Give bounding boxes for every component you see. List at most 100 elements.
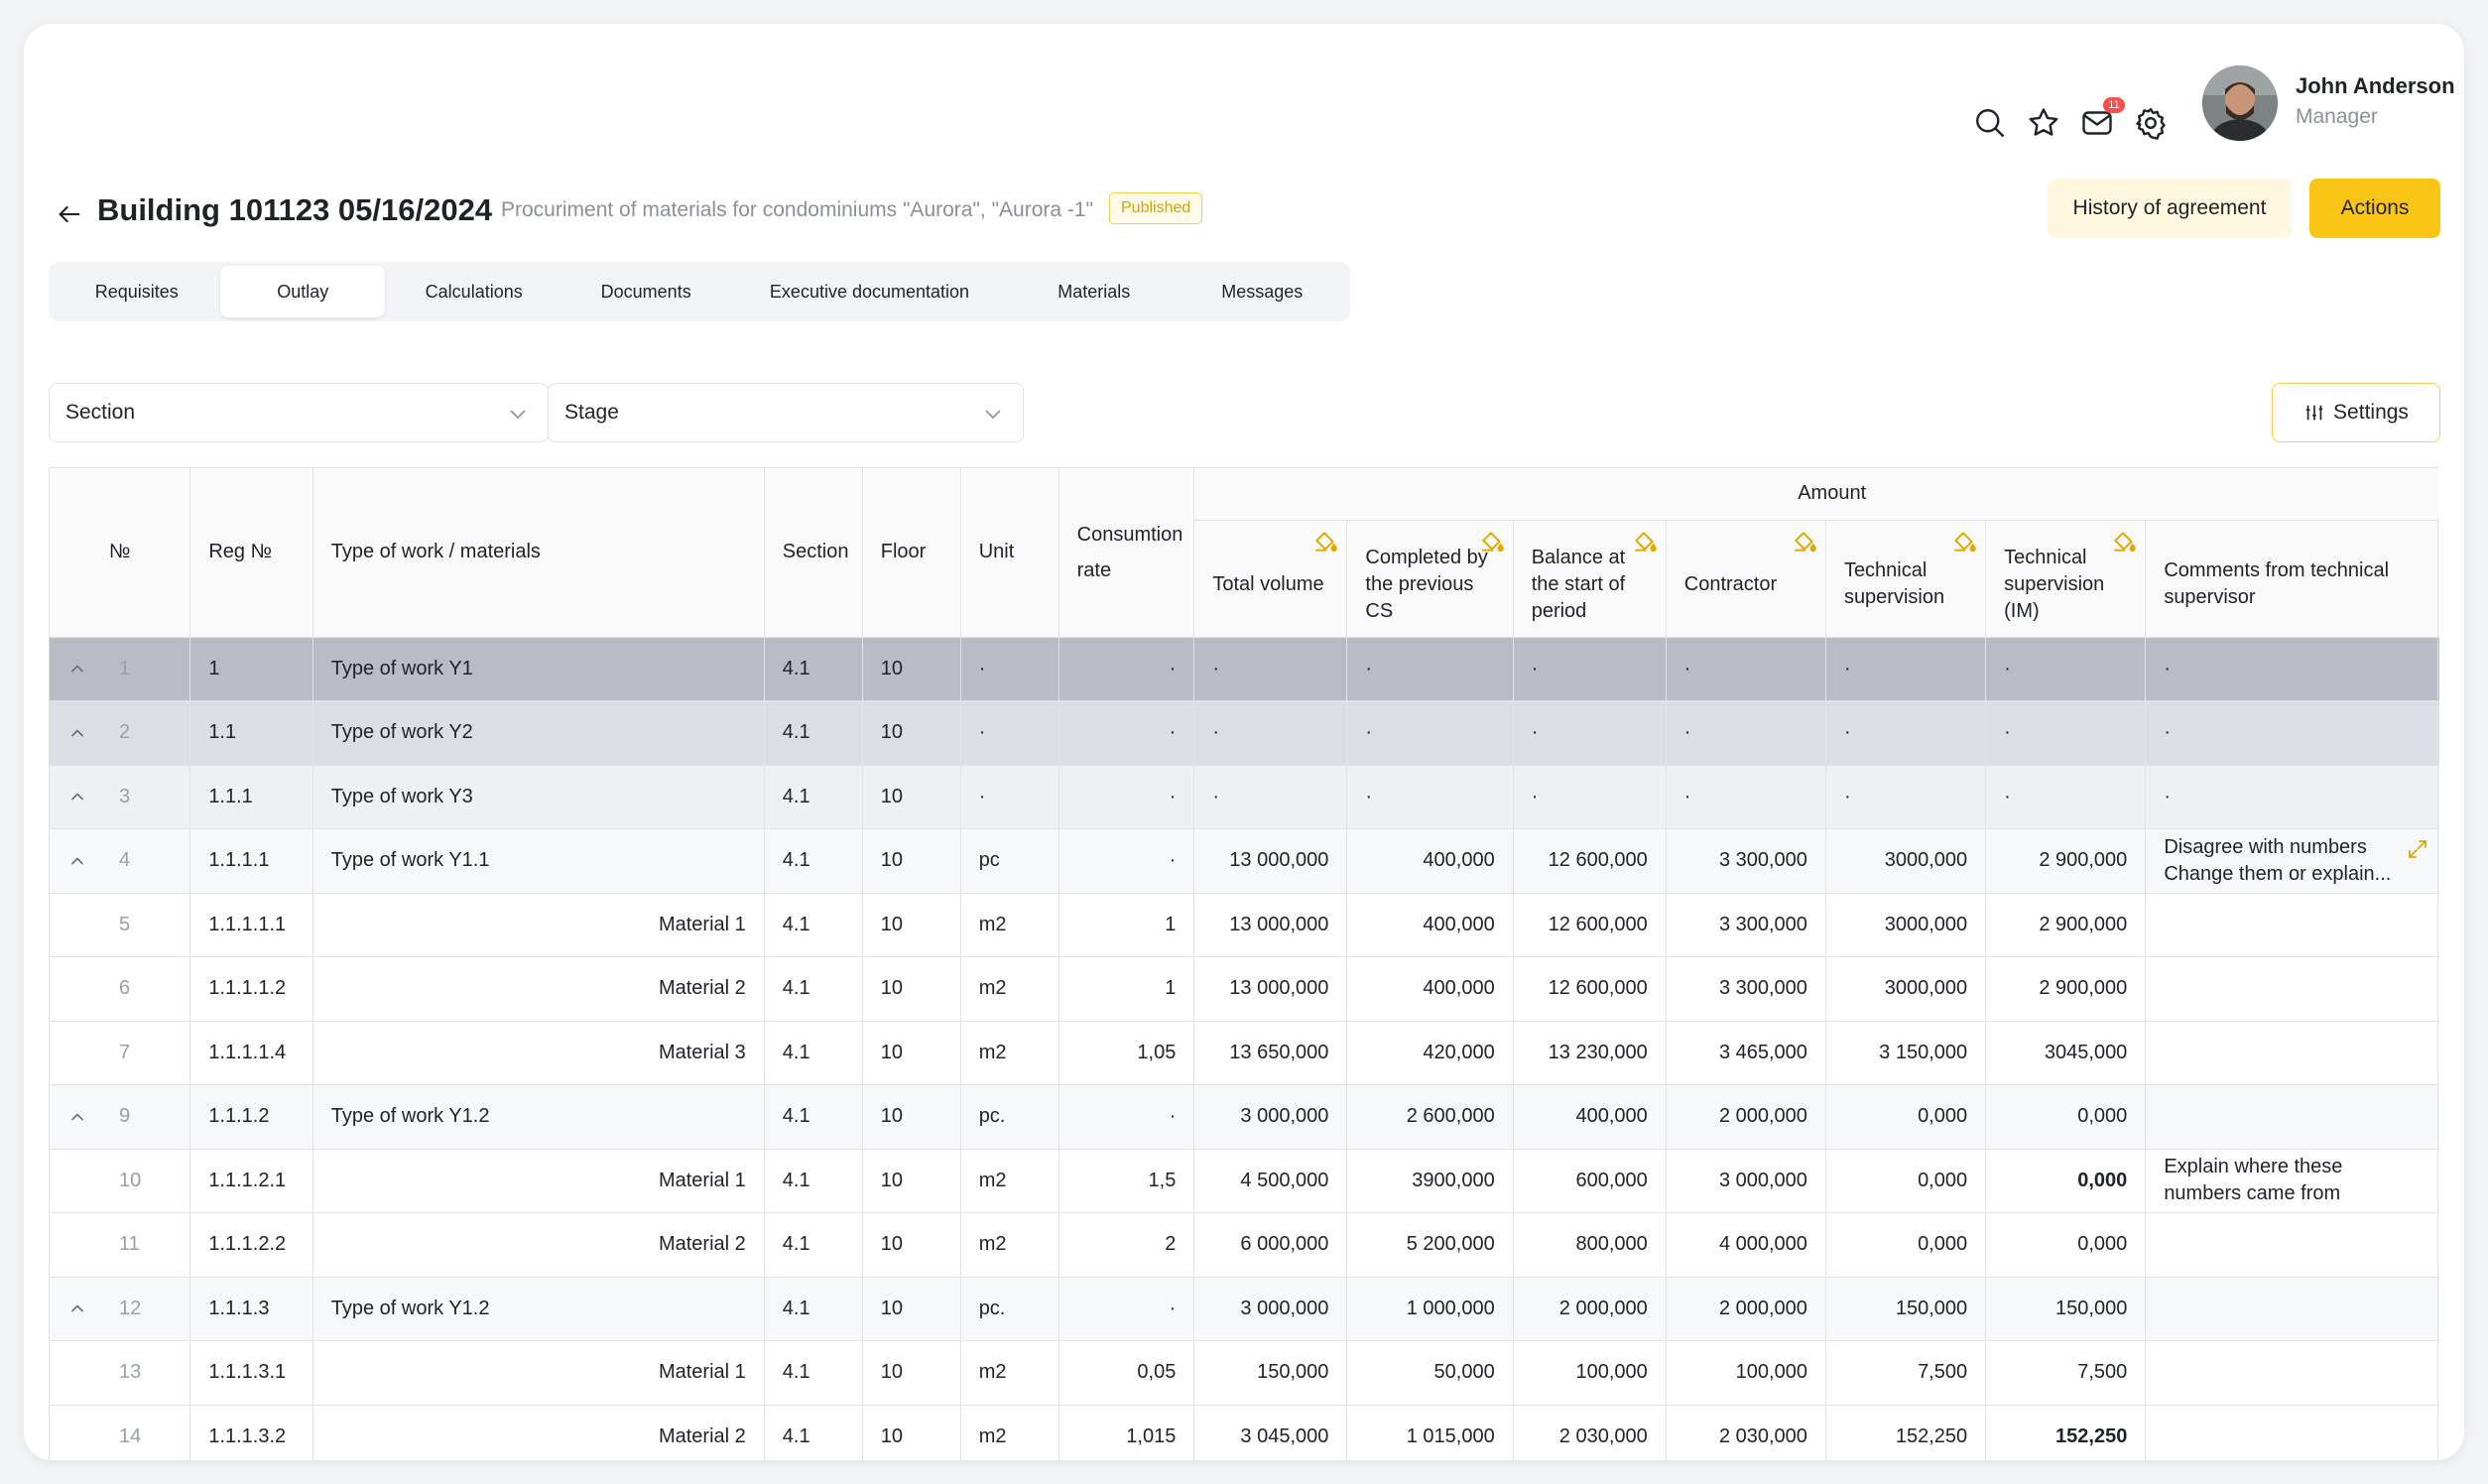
tech-supervision-im-value[interactable]: 0,000 [1985,1084,2147,1150]
contractor-value[interactable]: 4 000,000 [1666,1212,1826,1278]
header-section[interactable]: Section [764,468,863,638]
table-row[interactable]: 11Type of work Y14.110·········· [50,637,2439,701]
star-icon[interactable] [2024,103,2063,143]
tech-supervision-im-value[interactable]: 152,250 [1985,1405,2147,1460]
completed-prev-value[interactable]: 400,000 [1346,893,1514,957]
tab-calculations[interactable]: Calculations [385,266,562,317]
tab-executive-documentation[interactable]: Executive documentation [729,266,1010,317]
paint-bucket-icon[interactable] [2111,529,2137,555]
table-row[interactable]: 31.1.1Type of work Y34.110·········· [50,765,2439,829]
balance-start-value[interactable]: · [1513,765,1667,829]
tech-supervision-value[interactable]: 3000,000 [1825,956,1987,1022]
completed-prev-value[interactable]: 2 600,000 [1346,1084,1514,1150]
paint-bucket-icon[interactable] [1632,529,1658,555]
contractor-value[interactable]: 3 300,000 [1666,956,1826,1022]
consumption-rate-value[interactable]: 0,05 [1058,1340,1195,1406]
tech-supervision-value[interactable]: 7,500 [1825,1340,1987,1406]
completed-prev-value[interactable]: 400,000 [1346,828,1514,894]
tech-supervision-value[interactable]: 0,000 [1825,1212,1987,1278]
actions-button[interactable]: Actions [2309,179,2440,238]
settings-button[interactable]: Settings [2272,383,2440,442]
tab-messages[interactable]: Messages [1179,266,1346,317]
consumption-rate-value[interactable]: · [1058,765,1195,829]
tech-supervision-im-value[interactable]: 2 900,000 [1985,893,2147,957]
consumption-rate-value[interactable]: 1,05 [1058,1021,1195,1085]
consumption-rate-value[interactable]: · [1058,700,1195,766]
total-volume-value[interactable]: 13 000,000 [1193,956,1348,1022]
comment-cell[interactable] [2145,956,2439,1022]
contractor-value[interactable]: 3 300,000 [1666,828,1826,894]
contractor-value[interactable]: 3 000,000 [1666,1149,1826,1213]
header-consumption-rate[interactable]: Consumtion rate [1058,468,1195,638]
header-completed-prev[interactable]: Completed by the previous CS [1346,520,1514,638]
completed-prev-value[interactable]: 1 015,000 [1346,1405,1514,1460]
completed-prev-value[interactable]: 50,000 [1346,1340,1514,1406]
comment-cell[interactable] [2145,1021,2439,1085]
contractor-value[interactable]: · [1666,700,1826,766]
completed-prev-value[interactable]: 5 200,000 [1346,1212,1514,1278]
completed-prev-value[interactable]: 3900,000 [1346,1149,1514,1213]
tech-supervision-value[interactable]: 152,250 [1825,1405,1987,1460]
paint-bucket-icon[interactable] [1479,529,1505,555]
comment-cell[interactable]: Disagree with numbers Change them or exp… [2145,828,2439,894]
history-of-agreement-button[interactable]: History of agreement [2048,179,2292,238]
contractor-value[interactable]: · [1666,765,1826,829]
contractor-value[interactable]: 100,000 [1666,1340,1826,1406]
comment-cell[interactable] [2145,1084,2439,1150]
tech-supervision-value[interactable]: 3 150,000 [1825,1021,1987,1085]
balance-start-value[interactable]: 12 600,000 [1513,893,1667,957]
tab-documents[interactable]: Documents [562,266,728,317]
balance-start-value[interactable]: · [1513,637,1667,701]
total-volume-value[interactable]: 13 000,000 [1193,893,1348,957]
contractor-value[interactable]: 2 030,000 [1666,1405,1826,1460]
mail-icon[interactable]: 11 [2077,97,2125,143]
table-row[interactable]: 13 1.1.1.3.1 Material 1 4.1 10 m2 0,05 150,000 5… [50,1340,2439,1406]
comment-cell[interactable] [2145,1277,2439,1341]
tech-supervision-value[interactable]: · [1825,700,1987,766]
avatar[interactable] [2202,65,2278,141]
tech-supervision-value[interactable]: · [1825,637,1987,701]
chevron-up-icon[interactable] [67,723,107,743]
comment-cell[interactable]: · [2145,700,2439,766]
comment-cell[interactable] [2145,1340,2439,1406]
header-balance-start[interactable]: Balance at the start of period [1513,520,1667,638]
total-volume-value[interactable]: 4 500,000 [1193,1149,1348,1213]
balance-start-value[interactable]: 400,000 [1513,1084,1667,1150]
tech-supervision-value[interactable]: 0,000 [1825,1149,1987,1213]
header-reg-no[interactable]: Reg № [189,468,313,638]
comment-cell[interactable] [2145,1212,2439,1278]
balance-start-value[interactable]: 2 030,000 [1513,1405,1667,1460]
paint-bucket-icon[interactable] [1792,529,1817,555]
consumption-rate-value[interactable]: · [1058,1084,1195,1150]
comment-cell[interactable] [2145,1405,2439,1460]
table-row[interactable]: 6 1.1.1.1.2 Material 2 4.1 10 m2 1 13 000,000 40… [50,956,2439,1022]
total-volume-value[interactable]: 150,000 [1193,1340,1348,1406]
balance-start-value[interactable]: 100,000 [1513,1340,1667,1406]
completed-prev-value[interactable]: · [1346,765,1514,829]
consumption-rate-value[interactable]: · [1058,637,1195,701]
completed-prev-value[interactable]: 400,000 [1346,956,1514,1022]
total-volume-value[interactable]: · [1193,637,1348,701]
chevron-up-icon[interactable] [67,787,107,806]
table-row[interactable]: 5 1.1.1.1.1 Material 1 4.1 10 m2 1 13 000,000 40… [50,893,2439,957]
header-type[interactable]: Type of work / materials [312,468,765,638]
header-next-column[interactable]: П [2437,520,2439,638]
total-volume-value[interactable]: · [1193,700,1348,766]
total-volume-value[interactable]: 3 000,000 [1193,1084,1348,1150]
tech-supervision-value[interactable]: 3000,000 [1825,828,1987,894]
tech-supervision-im-value[interactable]: 0,000 [1985,1149,2147,1213]
total-volume-value[interactable]: 3 045,000 [1193,1405,1348,1460]
total-volume-value[interactable]: · [1193,765,1348,829]
gear-icon[interactable] [2131,103,2171,143]
comment-cell[interactable]: · [2145,765,2439,829]
tech-supervision-im-value[interactable]: · [1985,700,2147,766]
contractor-value[interactable]: 2 000,000 [1666,1277,1826,1341]
consumption-rate-value[interactable]: 2 [1058,1212,1195,1278]
header-floor[interactable]: Floor [862,468,961,638]
paint-bucket-icon[interactable] [1312,529,1338,555]
tech-supervision-im-value[interactable]: 2 900,000 [1985,956,2147,1022]
table-row[interactable]: 9 1.1.1.2 Type of work Y1.2 4.1 10 pc. · 3 000,… [50,1084,2439,1150]
contractor-value[interactable]: 3 465,000 [1666,1021,1826,1085]
total-volume-value[interactable]: 13 000,000 [1193,828,1348,894]
total-volume-value[interactable]: 6 000,000 [1193,1212,1348,1278]
